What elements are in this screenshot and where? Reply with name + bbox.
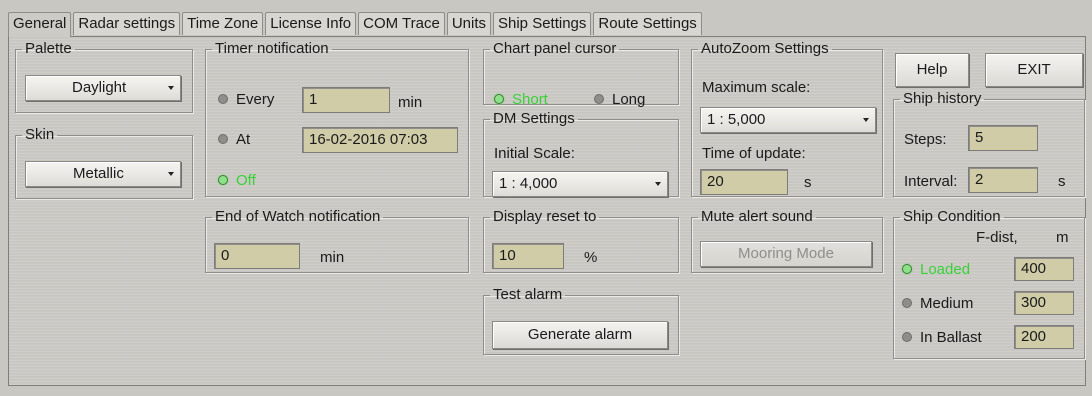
condition-loaded-radio[interactable]: Loaded (902, 261, 970, 279)
ship-condition-group: Ship Condition F-dist, m Loaded 400 Medi… (893, 209, 1085, 359)
max-scale-dropdown[interactable]: 1 : 5,000 (700, 107, 876, 133)
ship-history-title: Ship history (903, 90, 982, 107)
palette-value: Daylight (72, 79, 127, 96)
ballast-fdist-field[interactable]: 200 (1014, 325, 1074, 349)
tab-license-info[interactable]: License Info (265, 12, 357, 35)
interval-field[interactable]: 2 (968, 167, 1038, 193)
chevron-down-icon (655, 182, 661, 186)
display-reset-unit: % (584, 249, 598, 266)
radio-indicator (902, 298, 912, 309)
dm-settings-title: DM Settings (493, 110, 575, 127)
fdist-header: F-dist, (976, 229, 1018, 246)
cursor-long-radio[interactable]: Long (594, 91, 645, 109)
chevron-down-icon (863, 118, 869, 122)
timer-every-radio[interactable]: Every (218, 91, 274, 109)
palette-title: Palette (25, 40, 72, 57)
skin-group: Skin Metallic (15, 127, 193, 199)
timer-off-radio[interactable]: Off (218, 172, 256, 190)
exit-button[interactable]: EXIT (985, 53, 1083, 87)
end-watch-title: End of Watch notification (215, 208, 381, 225)
mooring-mode-button[interactable]: Mooring Mode (700, 241, 872, 267)
steps-label: Steps: (904, 131, 947, 148)
timer-title: Timer notification (215, 40, 329, 57)
tab-time-zone[interactable]: Time Zone (182, 12, 264, 35)
condition-ballast-label: In Ballast (920, 329, 982, 346)
condition-ballast-radio[interactable]: In Ballast (902, 329, 982, 347)
timer-notification-group: Timer notification Every 1 min At 16-02-… (205, 41, 469, 197)
condition-medium-radio[interactable]: Medium (902, 295, 973, 313)
fdist-unit: m (1056, 229, 1069, 246)
radio-indicator (902, 264, 912, 275)
timer-every-field[interactable]: 1 (302, 87, 390, 113)
condition-loaded-label: Loaded (920, 261, 971, 278)
mute-alert-group: Mute alert sound Mooring Mode (691, 209, 883, 273)
palette-dropdown[interactable]: Daylight (25, 75, 181, 101)
timer-at-radio[interactable]: At (218, 131, 250, 149)
ship-history-group: Ship history Steps: 5 Interval: 2 s (893, 91, 1085, 197)
tab-route-settings[interactable]: Route Settings (593, 12, 702, 35)
loaded-fdist-field[interactable]: 400 (1014, 257, 1074, 281)
tab-radar-settings[interactable]: Radar settings (73, 12, 181, 35)
display-reset-title: Display reset to (493, 208, 597, 225)
cursor-short-label: Short (512, 91, 548, 108)
dm-settings-group: DM Settings Initial Scale: 1 : 4,000 (483, 111, 679, 197)
radio-indicator (218, 134, 228, 145)
test-alarm-group: Test alarm Generate alarm (483, 287, 679, 355)
radio-indicator (218, 94, 228, 105)
tab-com-trace[interactable]: COM Trace (358, 12, 445, 35)
update-time-label: Time of update: (702, 145, 806, 162)
interval-unit: s (1058, 173, 1066, 190)
skin-value: Metallic (73, 165, 124, 182)
chart-panel-cursor-group: Chart panel cursor Short Long (483, 40, 679, 108)
radio-indicator (218, 175, 228, 186)
timer-every-label: Every (236, 91, 275, 108)
update-time-unit: s (804, 174, 812, 191)
help-button[interactable]: Help (895, 53, 969, 87)
initial-scale-dropdown[interactable]: 1 : 4,000 (492, 171, 668, 197)
chevron-down-icon (168, 172, 174, 176)
update-time-field[interactable]: 20 (700, 169, 788, 195)
generate-alarm-button[interactable]: Generate alarm (492, 321, 668, 349)
cursor-long-label: Long (612, 91, 646, 108)
tab-units[interactable]: Units (446, 12, 491, 35)
tab-general[interactable]: General (8, 12, 72, 37)
display-reset-group: Display reset to 10 % (483, 209, 679, 273)
max-scale-label: Maximum scale: (702, 79, 811, 96)
condition-medium-label: Medium (920, 295, 974, 312)
cursor-short-radio[interactable]: Short (494, 91, 548, 109)
initial-scale-label: Initial Scale: (494, 145, 575, 162)
max-scale-value: 1 : 5,000 (707, 111, 766, 128)
initial-scale-value: 1 : 4,000 (499, 175, 558, 192)
ship-condition-title: Ship Condition (903, 208, 1001, 225)
autozoom-title: AutoZoom Settings (701, 40, 829, 57)
palette-group: Palette Daylight (15, 41, 193, 113)
radio-indicator (902, 332, 912, 343)
chevron-down-icon (168, 86, 174, 90)
tab-ship-settings[interactable]: Ship Settings (493, 12, 592, 35)
skin-dropdown[interactable]: Metallic (25, 161, 181, 187)
timer-at-field[interactable]: 16-02-2016 07:03 (302, 127, 458, 153)
chart-cursor-title: Chart panel cursor (493, 40, 617, 57)
timer-off-label: Off (236, 172, 256, 189)
steps-field[interactable]: 5 (968, 125, 1038, 151)
general-panel: Palette Daylight Skin Metallic Timer not… (8, 36, 1086, 386)
display-reset-field[interactable]: 10 (492, 243, 564, 269)
radio-indicator (594, 94, 604, 105)
timer-every-unit: min (398, 94, 423, 111)
tab-bar: General Radar settings Time Zone License… (8, 12, 704, 37)
autozoom-settings-group: AutoZoom Settings Maximum scale: 1 : 5,0… (691, 41, 883, 197)
mute-alert-title: Mute alert sound (701, 208, 813, 225)
end-watch-unit: min (320, 249, 345, 266)
end-of-watch-group: End of Watch notification 0 min (205, 209, 469, 273)
end-watch-field[interactable]: 0 (214, 243, 300, 269)
interval-label: Interval: (904, 173, 958, 190)
radio-indicator (494, 94, 504, 105)
timer-at-label: At (236, 131, 251, 148)
skin-title: Skin (25, 126, 55, 143)
test-alarm-title: Test alarm (493, 286, 563, 303)
medium-fdist-field[interactable]: 300 (1014, 291, 1074, 315)
